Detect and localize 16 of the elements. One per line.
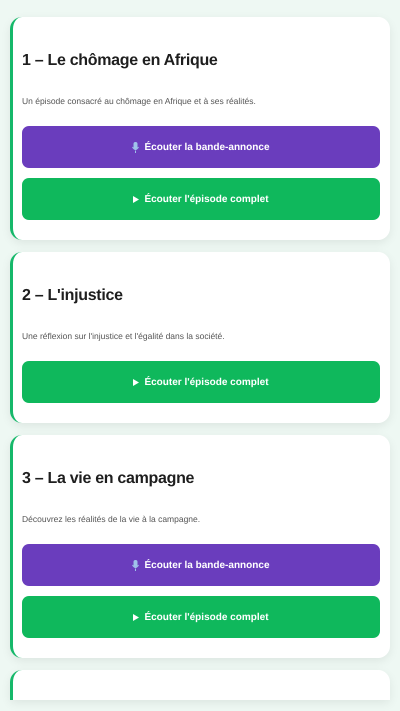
episode-description: Un épisode consacré au chômage en Afrique et à ses réalités. bbox=[22, 95, 257, 107]
episode-description: Une réflexion sur l'injustice et l'égalité dans la société. bbox=[22, 330, 226, 342]
microphone-icon bbox=[132, 142, 140, 152]
play-icon bbox=[133, 378, 140, 386]
episode-description: Découvrez les réalités de la vie à la campagne. bbox=[22, 513, 202, 525]
play-icon bbox=[133, 614, 140, 620]
play-episode-button[interactable]: Écouter l'épisode complet bbox=[22, 596, 380, 638]
episode-title: 2 – L'injustice bbox=[22, 286, 124, 306]
microphone-icon bbox=[132, 560, 140, 570]
trailer-button[interactable]: Écouter la bande-annonce bbox=[22, 544, 380, 586]
play-episode-button[interactable]: Écouter l'épisode complet bbox=[22, 178, 380, 220]
episode-title: 3 – La vie en campagne bbox=[22, 469, 196, 489]
trailer-button[interactable]: Écouter la bande-annonce bbox=[22, 126, 380, 168]
play-episode-button[interactable]: Écouter l'épisode complet bbox=[22, 361, 380, 403]
episode-title: 1 – Le chômage en Afrique bbox=[22, 51, 219, 71]
play-icon bbox=[133, 196, 140, 202]
